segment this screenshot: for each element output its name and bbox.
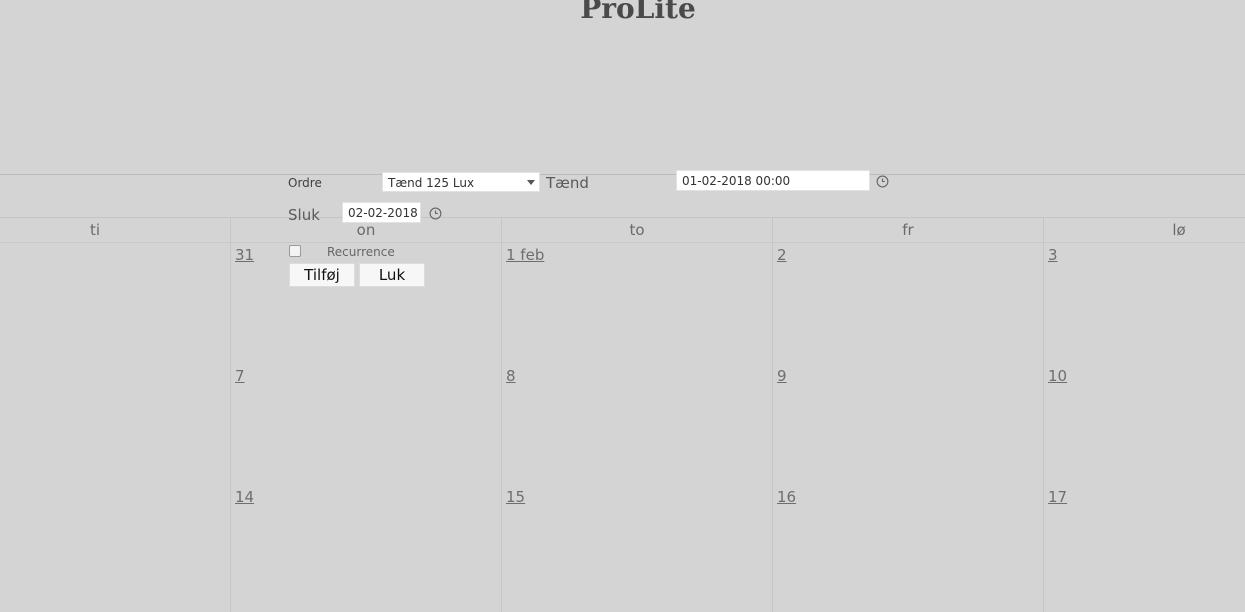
- on-time-label: Tænd: [546, 174, 589, 192]
- day-header-thursday: to: [629, 221, 645, 239]
- day-header-tuesday: ti: [89, 221, 101, 239]
- day-number[interactable]: 14: [235, 488, 254, 506]
- calendar-page: ProLite ti on to fr lø 31 1 feb 2 3 7 8 …: [0, 0, 1245, 612]
- order-select-value: Tænd 125 Lux: [388, 176, 475, 190]
- toolbar-divider: [0, 174, 1245, 175]
- clock-icon[interactable]: [429, 207, 442, 220]
- off-time-label: Sluk: [288, 206, 320, 224]
- day-number[interactable]: 9: [777, 367, 787, 385]
- day-header-friday: fr: [902, 221, 914, 239]
- close-button[interactable]: Luk: [359, 263, 425, 287]
- recurrence-checkbox[interactable]: [289, 245, 301, 257]
- add-button[interactable]: Tilføj: [289, 263, 355, 287]
- week-row: 14 15 16 17: [0, 485, 1245, 606]
- week-row: 31 1 feb 2 3: [0, 243, 1245, 364]
- off-time-input[interactable]: 02-02-2018 00:00: [342, 202, 421, 223]
- day-number[interactable]: 16: [777, 488, 796, 506]
- month-grid: 31 1 feb 2 3 7 8 9 10 14 15 16 17: [0, 243, 1245, 612]
- day-number[interactable]: 17: [1048, 488, 1067, 506]
- app-title: ProLite: [580, 0, 696, 25]
- day-number[interactable]: 7: [235, 367, 245, 385]
- week-row: 7 8 9 10: [0, 364, 1245, 485]
- day-header-row: ti on to fr lø: [0, 218, 1245, 242]
- day-number[interactable]: 8: [506, 367, 516, 385]
- day-header-saturday: lø: [1172, 221, 1186, 239]
- day-number[interactable]: 2: [777, 246, 787, 264]
- day-number[interactable]: 31: [235, 246, 254, 264]
- order-label: Ordre: [288, 176, 322, 190]
- day-number[interactable]: 1 feb: [506, 246, 544, 264]
- day-number[interactable]: 10: [1048, 367, 1067, 385]
- day-number[interactable]: 3: [1048, 246, 1058, 264]
- on-time-input[interactable]: 01-02-2018 00:00: [676, 170, 870, 191]
- chevron-down-icon: [527, 180, 535, 185]
- day-number[interactable]: 15: [506, 488, 525, 506]
- recurrence-label: Recurrence: [327, 245, 395, 259]
- clock-icon[interactable]: [876, 175, 889, 188]
- order-select[interactable]: Tænd 125 Lux: [382, 172, 540, 192]
